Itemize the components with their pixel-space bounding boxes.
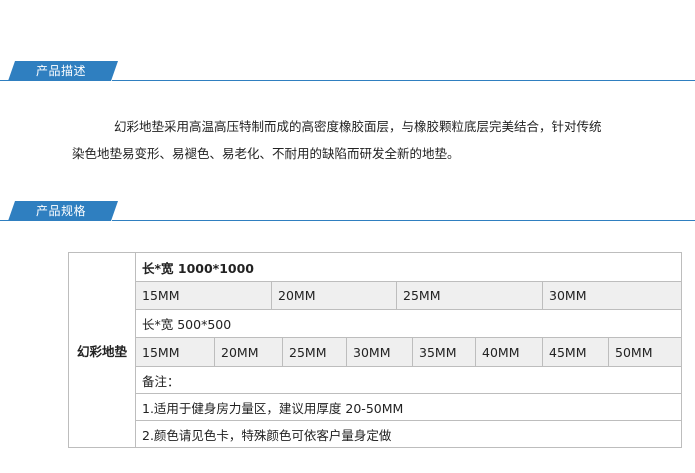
description-line-1: 幻彩地垫采用高温高压特制而成的高密度橡胶面层，与橡胶颗粒底层完美结合，针对传统 [114, 119, 602, 134]
notes-label-row: 备注： [136, 367, 681, 394]
thickness-cell: 20MM [215, 338, 283, 366]
thickness-cell: 35MM [413, 338, 476, 366]
thickness-cell: 30MM [549, 288, 587, 303]
description-line-2: 染色地垫易变形、易褪色、易老化、不耐用的缺陷而研发全新的地垫。 [72, 146, 460, 161]
size-500-title-row: 长*宽 500*500 [136, 310, 681, 338]
description-section-header: 产品描述 [0, 61, 695, 83]
note-row-2: 2.颜色请见色卡，特殊颜色可依客户量身定做 [142, 427, 392, 443]
header-rule [112, 80, 695, 81]
size-1000-title-row: 长*宽 1000*1000 [136, 253, 681, 282]
size-500-thickness-row: 15MM 20MM 25MM 30MM 35MM 40MM 45MM 50MM [136, 338, 681, 367]
thickness-cell: 40MM [476, 338, 543, 366]
thickness-cell: 25MM [283, 338, 347, 366]
size-1000-thickness-row: 15MM 20MM 25MM 30MM [136, 282, 681, 310]
header-rule [112, 220, 695, 221]
spec-heading: 产品规格 [8, 201, 118, 221]
thickness-cell: 30MM [347, 338, 413, 366]
thickness-cell: 45MM [543, 338, 609, 366]
description-text: 幻彩地垫采用高温高压特制而成的高密度橡胶面层，与橡胶颗粒底层完美结合，针对传统 … [72, 113, 672, 167]
thickness-cell: 50MM [615, 344, 653, 360]
spec-table: 幻彩地垫 长*宽 1000*1000 15MM 20MM 25MM 30MM 长… [68, 252, 682, 448]
spec-section-header: 产品规格 [0, 201, 695, 223]
thickness-cell: 20MM [272, 282, 397, 309]
thickness-cell: 15MM [136, 338, 215, 366]
thickness-cell: 15MM [136, 282, 272, 309]
note-row-1: 1.适用于健身房力量区，建议用厚度 20-50MM [136, 394, 681, 421]
description-heading: 产品描述 [8, 61, 118, 81]
product-name-cell: 幻彩地垫 [69, 253, 136, 447]
spec-rows: 长*宽 1000*1000 15MM 20MM 25MM 30MM 长*宽 50… [136, 253, 681, 447]
thickness-cell: 25MM [397, 282, 543, 309]
